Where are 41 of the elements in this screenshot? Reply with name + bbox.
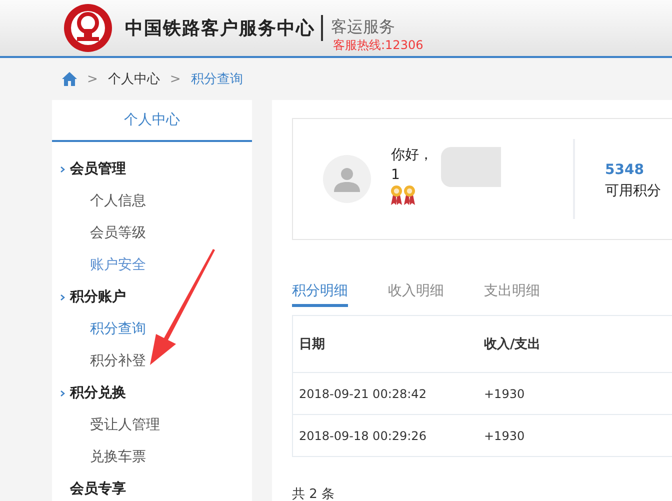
chevron-icon [60, 294, 65, 300]
column-header: 日期 [298, 336, 326, 353]
breadcrumb-separator: > [170, 72, 181, 86]
tab[interactable]: 支出明细 [484, 280, 540, 304]
chevron-icon [60, 390, 65, 396]
points-label: 可用积分 [605, 182, 661, 200]
table-cell-text: 2018-09-21 00:28:42 [298, 386, 428, 400]
medal-icon [404, 184, 415, 206]
home-icon[interactable] [62, 72, 77, 86]
points-value: 5348 [605, 161, 645, 180]
blurred-patch [441, 146, 501, 186]
sidebar-group[interactable]: 会员专享 [70, 480, 126, 498]
column-header: 收入/支出 [484, 336, 542, 353]
sidebar-item[interactable]: 积分补登 [90, 352, 146, 370]
tab[interactable]: 收入明细 [388, 280, 444, 304]
table-cell-text: 2018-09-18 00:29:26 [298, 428, 428, 442]
tab[interactable]: 积分明细 [292, 280, 348, 307]
record-count: 共 2 条 [292, 486, 336, 501]
site-subtitle: 客运服务 [331, 17, 396, 37]
railway-logo [63, 3, 113, 53]
avatar-icon [323, 155, 371, 203]
breadcrumb-link[interactable]: 积分查询 [190, 70, 243, 88]
table-cell-text: +1930 [484, 386, 526, 400]
sidebar-title: 个人中心 [52, 100, 252, 142]
breadcrumb-separator: > [87, 72, 98, 86]
sidebar-group[interactable]: 会员管理 [70, 160, 126, 178]
breadcrumb-link[interactable]: 个人中心 [108, 70, 160, 88]
hotline-text: 客服热线:12306 [333, 37, 424, 53]
sidebar-item[interactable]: 受让人管理 [90, 416, 160, 434]
sidebar-item[interactable]: 会员等级 [90, 224, 146, 242]
site-title: 中国铁路客户服务中心 [125, 17, 315, 40]
sidebar-item[interactable]: 个人信息 [90, 192, 146, 210]
sidebar-group[interactable]: 积分账户 [70, 288, 126, 306]
sidebar-item[interactable]: 兑换车票 [90, 448, 146, 466]
account-text: 1 [391, 166, 401, 184]
medal-icon [391, 184, 402, 206]
table-cell-text: +1930 [484, 428, 526, 442]
chevron-icon [60, 166, 65, 172]
sidebar-item[interactable]: 积分查询 [90, 320, 146, 338]
greeting-text: 你好， [391, 146, 434, 164]
sidebar-group[interactable]: 积分兑换 [70, 384, 126, 402]
